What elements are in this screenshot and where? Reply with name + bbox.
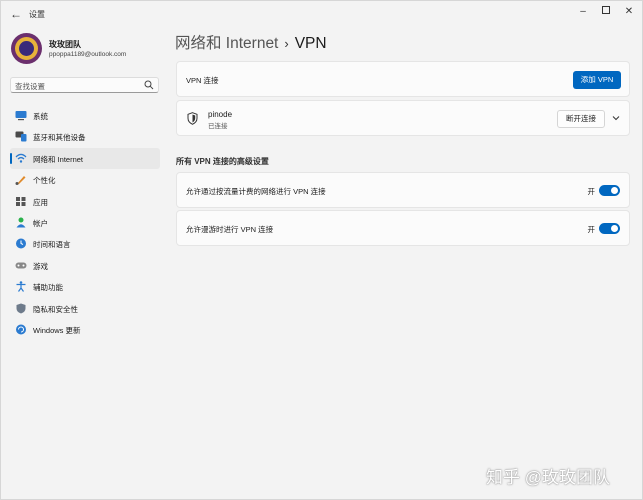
sidebar-item-label: 辅助功能	[33, 283, 63, 293]
sidebar-item-label: 网络和 Internet	[33, 154, 84, 164]
roaming-setting: 允许漫游时进行 VPN 连接 开	[176, 210, 630, 246]
title-bar: ← 设置 – ✕	[1, 1, 643, 27]
sidebar-item-label: 系统	[33, 112, 48, 121]
vpn-status: 已连接	[208, 123, 228, 130]
breadcrumb: 网络和 Internet › VPN	[175, 31, 327, 53]
sidebar-item-bluetooth[interactable]: 蓝牙和其他设备	[10, 126, 160, 147]
sidebar-item-label: 蓝牙和其他设备	[33, 133, 86, 143]
sidebar-item-time-language[interactable]: 时间和语言	[10, 233, 160, 254]
time-language-icon	[16, 238, 26, 249]
roaming-toggle[interactable]	[599, 223, 620, 234]
accessibility-icon	[16, 281, 26, 292]
sidebar-item-privacy[interactable]: 隐私和安全性	[10, 298, 160, 319]
sidebar-nav: 系统 蓝牙和其他设备 网络和 Internet 个性化 应用 帐户 时间和语言	[10, 105, 160, 340]
sidebar-item-system[interactable]: 系统	[10, 105, 160, 126]
avatar	[11, 33, 42, 64]
breadcrumb-parent[interactable]: 网络和 Internet	[175, 35, 278, 52]
vpn-connection-row[interactable]: pinode 已连接 断开连接	[176, 100, 630, 136]
sidebar-item-accessibility[interactable]: 辅助功能	[10, 276, 160, 297]
vpn-connections-card: VPN 连接 添加 VPN	[176, 61, 630, 97]
page-title: VPN	[294, 35, 327, 52]
vpn-connections-label: VPN 连接	[186, 76, 219, 85]
metered-network-setting: 允许通过按流量计费的网络进行 VPN 连接 开	[176, 172, 630, 208]
breadcrumb-separator: ›	[284, 36, 289, 51]
back-arrow-icon[interactable]: ←	[9, 7, 23, 21]
sidebar-item-accounts[interactable]: 帐户	[10, 212, 160, 233]
sidebar-item-personalization[interactable]: 个性化	[10, 169, 160, 190]
profile-name: 玫玫团队	[49, 40, 81, 49]
personalization-icon	[15, 176, 26, 186]
toggle-state-text: 开	[587, 187, 596, 196]
search-box[interactable]: 查找设置	[10, 77, 159, 93]
advanced-settings-title: 所有 VPN 连接的高级设置	[176, 157, 269, 166]
bluetooth-icon	[15, 131, 27, 142]
network-icon	[15, 153, 27, 163]
sidebar-item-network[interactable]: 网络和 Internet	[10, 147, 160, 170]
apps-icon	[16, 196, 26, 206]
search-placeholder: 查找设置	[15, 82, 45, 91]
sidebar-item-label: 个性化	[33, 176, 56, 186]
settings-window: ← 设置 – ✕ 玫玫团队 ppoppa1189@outlook.com 查找设…	[0, 0, 643, 500]
sidebar-item-gaming[interactable]: 游戏	[10, 255, 160, 276]
disconnect-button[interactable]: 断开连接	[557, 110, 605, 128]
close-icon[interactable]: ✕	[619, 4, 639, 20]
watermark: 知乎 @玫玫团队	[486, 468, 610, 487]
maximize-icon[interactable]	[596, 4, 616, 20]
setting-label: 允许漫游时进行 VPN 连接	[186, 225, 274, 234]
privacy-icon	[16, 303, 26, 314]
gaming-icon	[15, 262, 27, 269]
profile-email: ppoppa1189@outlook.com	[49, 51, 127, 58]
toggle-state-text: 开	[587, 225, 596, 234]
setting-label: 允许通过按流量计费的网络进行 VPN 连接	[186, 187, 326, 196]
window-title: 设置	[29, 10, 45, 19]
minimize-icon[interactable]: –	[573, 4, 593, 20]
sidebar-item-label: 应用	[33, 197, 48, 207]
sidebar-item-apps[interactable]: 应用	[10, 191, 160, 212]
search-icon	[144, 80, 154, 90]
sidebar-item-label: 帐户	[33, 218, 48, 228]
metered-network-toggle[interactable]	[599, 185, 620, 196]
add-vpn-button[interactable]: 添加 VPN	[573, 71, 621, 89]
sidebar-item-label: 隐私和安全性	[33, 304, 78, 314]
system-icon	[15, 111, 27, 121]
vpn-name: pinode	[208, 110, 233, 119]
sidebar-item-label: Windows 更新	[33, 325, 81, 335]
sidebar-item-label: 时间和语言	[33, 240, 71, 250]
update-icon	[16, 324, 26, 335]
sidebar-item-label: 游戏	[33, 261, 48, 271]
account-icon	[16, 217, 26, 228]
vpn-shield-icon	[187, 112, 198, 125]
chevron-down-icon[interactable]	[611, 113, 621, 123]
sidebar-item-windows-update[interactable]: Windows 更新	[10, 319, 160, 340]
